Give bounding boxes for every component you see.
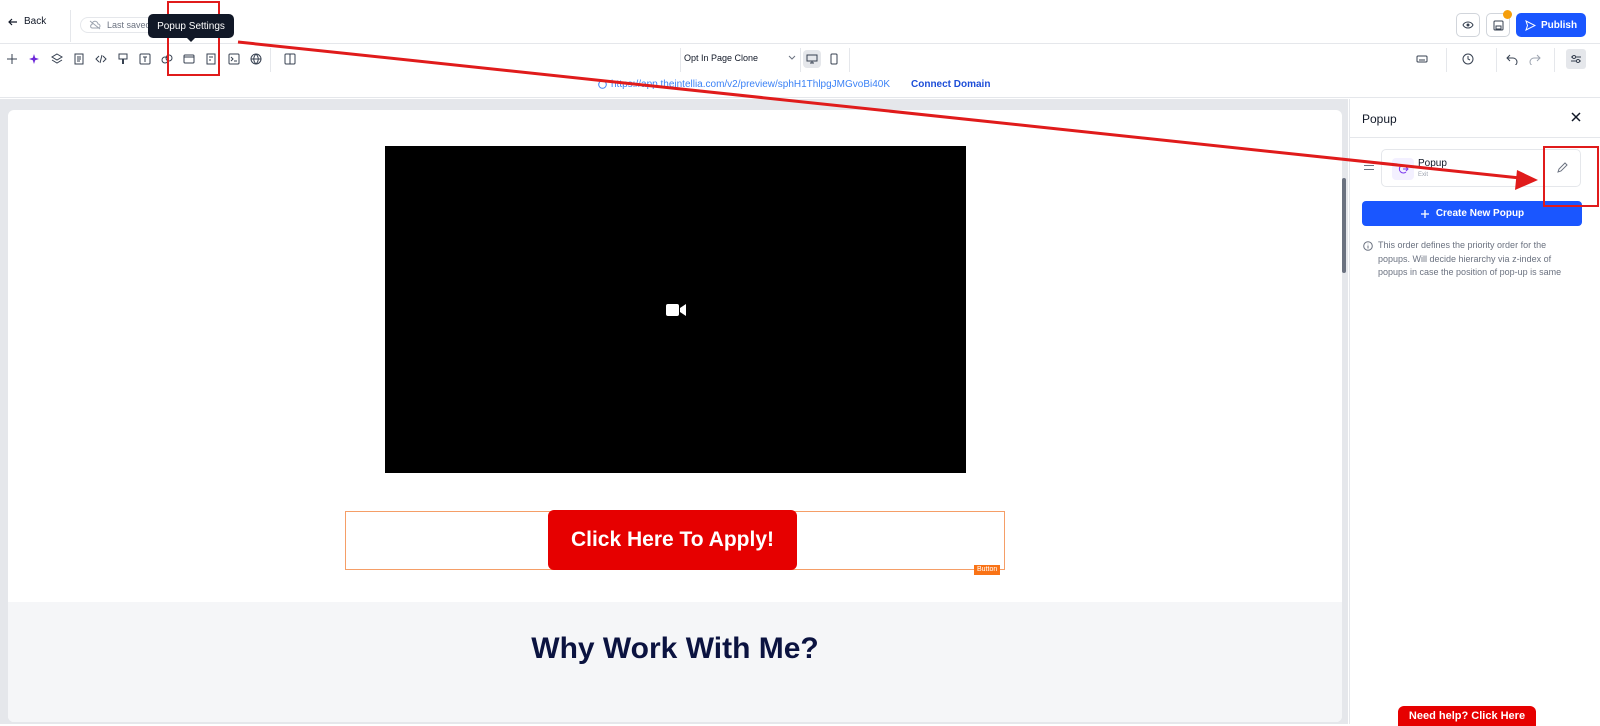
divider <box>800 48 801 72</box>
page-select-value: Opt In Page Clone <box>684 53 759 63</box>
help-button[interactable]: Need help? Click Here <box>1398 706 1536 726</box>
layers-icon[interactable] <box>49 51 65 67</box>
publish-label: Publish <box>1540 19 1578 31</box>
video-element[interactable] <box>385 146 966 473</box>
code-icon[interactable] <box>93 51 109 67</box>
page-select[interactable]: Opt In Page Clone <box>684 53 796 63</box>
preview-url-link[interactable]: https://app.theintellia.com/v2/preview/s… <box>598 79 890 90</box>
chevron-down-icon <box>788 55 796 60</box>
publish-button[interactable]: Publish <box>1516 13 1586 37</box>
columns-icon[interactable] <box>282 51 298 67</box>
page-canvas: Click Here To Apply! Button Why Work Wit… <box>8 110 1342 722</box>
back-label: Back <box>24 16 47 27</box>
save-status-label: Last saved <box>107 20 151 30</box>
divider <box>849 48 850 72</box>
video-camera-icon <box>665 303 686 316</box>
close-panel-button[interactable] <box>1569 110 1583 124</box>
popup-trigger: Exit <box>1418 172 1429 178</box>
highlight-box-edit-popup <box>1543 146 1599 207</box>
arrow-left-icon <box>8 18 17 25</box>
section-heading: Why Work With Me? <box>531 632 819 665</box>
eye-icon <box>1462 21 1474 29</box>
paint-icon[interactable] <box>115 51 131 67</box>
canvas-scrollbar[interactable] <box>1342 178 1346 273</box>
undo-icon[interactable] <box>1504 51 1520 67</box>
send-icon <box>1525 19 1536 31</box>
connect-domain-link[interactable]: Connect Domain <box>911 79 990 90</box>
create-popup-label: Create New Popup <box>1435 208 1525 219</box>
history-icon[interactable] <box>1460 51 1476 67</box>
preview-button[interactable] <box>1456 13 1480 37</box>
save-button[interactable] <box>1486 10 1512 37</box>
divider <box>1554 48 1555 72</box>
back-button[interactable]: Back <box>8 16 46 27</box>
keyboard-icon[interactable] <box>1414 51 1430 67</box>
desktop-view-button[interactable] <box>803 50 821 68</box>
divider <box>1496 48 1497 72</box>
apply-button[interactable]: Click Here To Apply! <box>548 510 797 570</box>
element-type-tag: Button <box>974 565 1001 575</box>
terminal-icon[interactable] <box>226 51 242 67</box>
popup-name: Popup <box>1418 158 1447 169</box>
editor-toolbar: Opt In Page Clone <box>0 45 1600 73</box>
divider <box>70 10 71 42</box>
priority-info-text: This order defines the priority order fo… <box>1378 240 1562 277</box>
exit-popup-icon <box>1392 158 1414 180</box>
ai-sparkle-icon[interactable] <box>26 51 42 67</box>
cloud-off-icon <box>89 20 101 30</box>
monitor-icon <box>806 54 818 64</box>
top-bar: Back Last saved Popup Settings Publish <box>0 0 1600 44</box>
redo-icon[interactable] <box>1527 51 1543 67</box>
popup-settings-tooltip: Popup Settings <box>148 14 234 42</box>
divider <box>680 48 681 72</box>
divider <box>270 48 271 72</box>
page-icon[interactable] <box>71 51 87 67</box>
mobile-view-button[interactable] <box>825 50 843 68</box>
url-bar: https://app.theintellia.com/v2/preview/s… <box>0 74 1600 98</box>
globe-icon[interactable] <box>248 51 264 67</box>
divider <box>1350 137 1600 138</box>
plus-icon <box>1420 209 1429 218</box>
unsaved-dot <box>1503 10 1512 19</box>
floppy-icon <box>1493 20 1503 30</box>
drag-handle-icon[interactable] <box>1364 165 1374 173</box>
panel-title: Popup <box>1362 112 1397 126</box>
add-element-icon[interactable] <box>4 51 20 67</box>
preview-url: https://app.theintellia.com/v2/preview/s… <box>611 79 891 90</box>
close-icon <box>1571 112 1581 122</box>
phone-icon <box>830 53 838 65</box>
settings-sliders-icon[interactable] <box>1566 49 1586 69</box>
divider <box>1446 48 1447 72</box>
why-section: Why Work With Me? <box>8 602 1342 722</box>
globe-icon <box>598 80 607 89</box>
info-icon <box>1363 241 1373 251</box>
text-icon[interactable] <box>137 51 153 67</box>
